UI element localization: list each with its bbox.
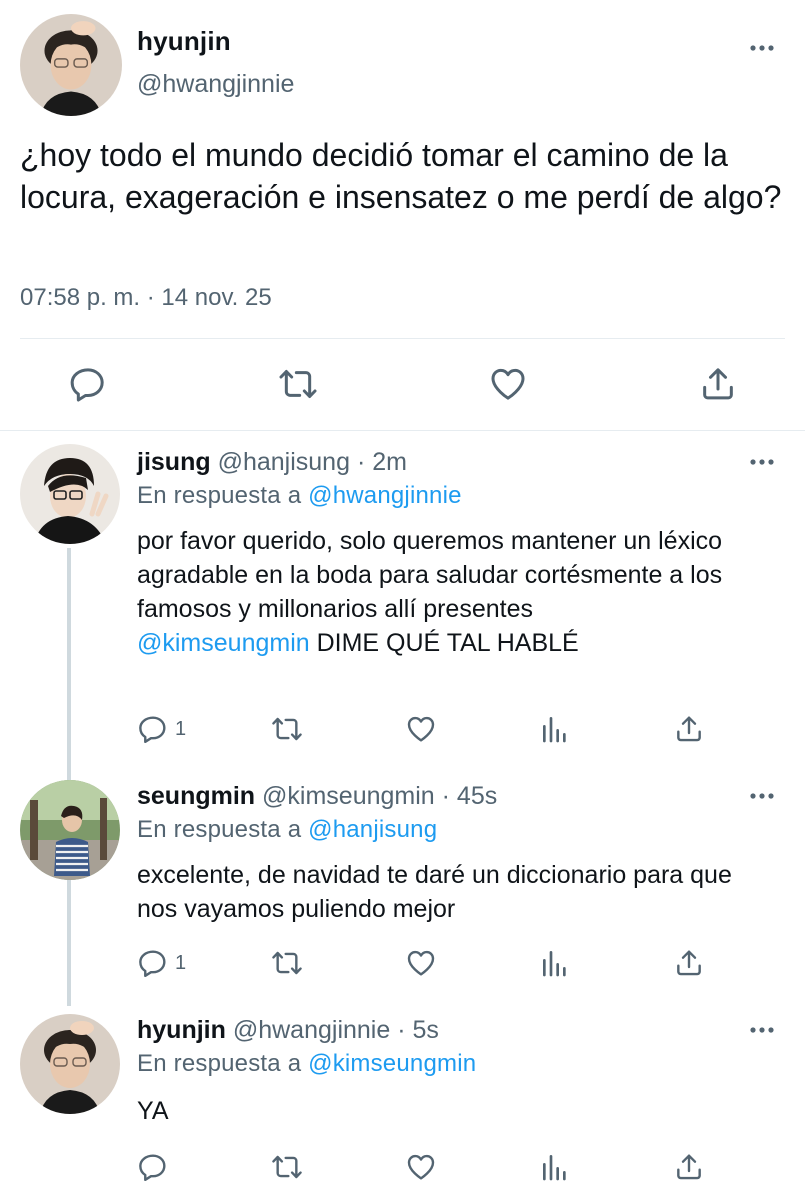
retweet-icon bbox=[271, 947, 303, 979]
reply-text: excelente, de navidad te daré un diccion… bbox=[137, 861, 732, 923]
user-handle[interactable]: @hwangjinnie bbox=[233, 1016, 390, 1044]
reply-button[interactable]: 1 bbox=[137, 946, 186, 980]
reply-icon bbox=[137, 947, 169, 979]
retweet-button[interactable] bbox=[271, 1150, 303, 1184]
avatar-image bbox=[20, 780, 120, 880]
reply-header: jisung @hanjisung · 2m bbox=[137, 448, 407, 477]
reply-time[interactable]: · 45s bbox=[442, 782, 498, 810]
avatar[interactable] bbox=[20, 1014, 120, 1114]
reply-context-label: En respuesta a bbox=[137, 816, 302, 843]
share-button[interactable] bbox=[673, 1150, 705, 1184]
reply-icon bbox=[68, 364, 108, 404]
avatar[interactable] bbox=[20, 14, 122, 116]
like-button[interactable] bbox=[405, 946, 437, 980]
reply-button[interactable]: 1 bbox=[137, 712, 186, 746]
share-icon bbox=[673, 1151, 705, 1183]
retweet-icon bbox=[278, 364, 318, 404]
reply-header: hyunjin @hwangjinnie · 5s bbox=[137, 1016, 439, 1045]
reply-to-link[interactable]: @hanjisung bbox=[308, 816, 437, 843]
reply-button[interactable] bbox=[68, 364, 108, 404]
mention-link[interactable]: @kimseungmin bbox=[137, 629, 310, 657]
reply-icon bbox=[137, 713, 169, 745]
retweet-button[interactable] bbox=[271, 712, 303, 746]
views-button[interactable] bbox=[539, 946, 571, 980]
stats-icon bbox=[539, 947, 571, 979]
avatar-image bbox=[20, 1014, 120, 1114]
retweet-button[interactable] bbox=[271, 946, 303, 980]
reply-time[interactable]: · 2m bbox=[357, 448, 407, 476]
reply-header: seungmin @kimseungmin · 45s bbox=[137, 782, 497, 811]
tweet-text: ¿hoy todo el mundo decidió tomar el cami… bbox=[20, 137, 782, 215]
reply-text: YA bbox=[137, 1097, 169, 1125]
reply-actions bbox=[137, 1150, 717, 1184]
user-handle[interactable]: @hanjisung bbox=[218, 448, 350, 476]
reply-context: En respuesta a @kimseungmin bbox=[137, 1050, 476, 1078]
display-name[interactable]: seungmin bbox=[137, 782, 255, 810]
share-icon bbox=[673, 947, 705, 979]
share-button[interactable] bbox=[673, 946, 705, 980]
user-handle[interactable]: @kimseungmin bbox=[262, 782, 435, 810]
like-icon bbox=[488, 364, 528, 404]
share-button[interactable] bbox=[673, 712, 705, 746]
avatar[interactable] bbox=[20, 780, 120, 880]
like-button[interactable] bbox=[488, 364, 528, 404]
reply-context-label: En respuesta a bbox=[137, 482, 302, 509]
reply-time[interactable]: · 5s bbox=[397, 1016, 439, 1044]
reply-to-link[interactable]: @hwangjinnie bbox=[308, 482, 462, 509]
reply-to-link[interactable]: @kimseungmin bbox=[308, 1050, 476, 1077]
reply-text: por favor querido, solo queremos mantene… bbox=[137, 527, 723, 623]
more-options-icon[interactable] bbox=[749, 1026, 775, 1034]
avatar-image bbox=[20, 444, 120, 544]
user-handle[interactable]: @hwangjinnie bbox=[137, 70, 294, 99]
like-icon bbox=[405, 947, 437, 979]
reply-text-block: por favor querido, solo queremos mantene… bbox=[137, 524, 777, 660]
divider bbox=[0, 430, 805, 431]
views-button[interactable] bbox=[539, 712, 571, 746]
retweet-button[interactable] bbox=[278, 364, 318, 404]
reply-context: En respuesta a @hwangjinnie bbox=[137, 482, 462, 510]
display-name[interactable]: hyunjin bbox=[137, 26, 231, 57]
reply-button[interactable] bbox=[137, 1150, 175, 1184]
stats-icon bbox=[539, 1151, 571, 1183]
share-button[interactable] bbox=[698, 364, 738, 404]
share-icon bbox=[673, 713, 705, 745]
like-icon bbox=[405, 1151, 437, 1183]
like-icon bbox=[405, 713, 437, 745]
mention-text: DIME QUÉ TAL HABLÉ bbox=[309, 629, 579, 657]
display-name[interactable]: hyunjin bbox=[137, 1016, 226, 1044]
more-options-icon[interactable] bbox=[749, 44, 775, 52]
avatar[interactable] bbox=[20, 444, 120, 544]
like-button[interactable] bbox=[405, 1150, 437, 1184]
like-button[interactable] bbox=[405, 712, 437, 746]
reply-count: 1 bbox=[175, 951, 187, 974]
divider bbox=[20, 338, 785, 339]
thread-line bbox=[67, 548, 71, 1006]
reply-mention-line: @kimseungmin DIME QUÉ TAL HABLÉ bbox=[137, 626, 777, 660]
share-icon bbox=[698, 364, 738, 404]
more-options-icon[interactable] bbox=[749, 458, 775, 466]
reply-context: En respuesta a @hanjisung bbox=[137, 816, 437, 844]
views-button[interactable] bbox=[539, 1150, 571, 1184]
more-options-icon[interactable] bbox=[749, 792, 775, 800]
reply-actions: 1 bbox=[137, 946, 717, 980]
retweet-icon bbox=[271, 713, 303, 745]
retweet-icon bbox=[271, 1151, 303, 1183]
reply-actions: 1 bbox=[137, 712, 717, 746]
tweet-timestamp[interactable]: 07:58 p. m. · 14 nov. 25 bbox=[20, 284, 272, 312]
reply-count: 1 bbox=[175, 717, 187, 740]
avatar-image bbox=[20, 14, 122, 116]
reply-icon bbox=[137, 1151, 169, 1183]
display-name[interactable]: jisung bbox=[137, 448, 211, 476]
stats-icon bbox=[539, 713, 571, 745]
reply-context-label: En respuesta a bbox=[137, 1050, 302, 1077]
